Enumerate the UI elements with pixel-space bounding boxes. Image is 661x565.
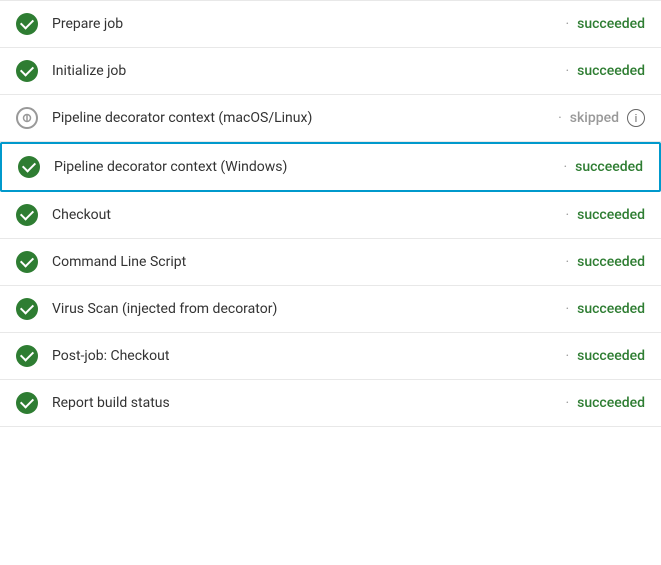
status-label: succeeded	[575, 159, 643, 175]
separator: ·	[565, 348, 569, 364]
job-name: Command Line Script	[52, 254, 557, 270]
job-item-pipeline-decorator-macos[interactable]: Pipeline decorator context (macOS/Linux)…	[0, 95, 661, 142]
success-icon	[16, 204, 38, 226]
skipped-icon	[16, 107, 38, 129]
status-label: succeeded	[577, 63, 645, 79]
success-icon	[16, 392, 38, 414]
job-item-virus-scan[interactable]: Virus Scan (injected from decorator) · suc…	[0, 286, 661, 333]
job-name: Initialize job	[52, 63, 557, 79]
separator: ·	[565, 63, 569, 79]
job-name: Pipeline decorator context (Windows)	[54, 159, 555, 175]
job-name: Report build status	[52, 395, 557, 411]
status-label: skipped	[570, 110, 619, 126]
success-icon	[16, 251, 38, 273]
info-icon[interactable]: i	[627, 109, 645, 127]
job-name: Virus Scan (injected from decorator)	[52, 301, 557, 317]
success-icon	[18, 156, 40, 178]
status-label: succeeded	[577, 395, 645, 411]
success-icon	[16, 345, 38, 367]
success-icon	[16, 13, 38, 35]
status-label: succeeded	[577, 254, 645, 270]
separator: ·	[565, 207, 569, 223]
job-item-report-build-status[interactable]: Report build status · succeeded	[0, 380, 661, 427]
job-item-prepare-job[interactable]: Prepare job · succeeded	[0, 0, 661, 48]
job-name: Prepare job	[52, 16, 557, 32]
job-name: Post-job: Checkout	[52, 348, 557, 364]
separator: ·	[558, 110, 562, 126]
success-icon	[16, 298, 38, 320]
job-name: Pipeline decorator context (macOS/Linux)	[52, 110, 550, 126]
status-label: succeeded	[577, 207, 645, 223]
separator: ·	[565, 254, 569, 270]
job-item-post-job-checkout[interactable]: Post-job: Checkout · succeeded	[0, 333, 661, 380]
status-label: succeeded	[577, 301, 645, 317]
job-list: Prepare job · succeeded Initialize job · succ…	[0, 0, 661, 427]
success-icon	[16, 60, 38, 82]
job-item-pipeline-decorator-windows[interactable]: Pipeline decorator context (Windows) · suc…	[0, 142, 661, 192]
job-item-command-line-script[interactable]: Command Line Script · succeeded	[0, 239, 661, 286]
job-item-checkout[interactable]: Checkout · succeeded	[0, 192, 661, 239]
separator: ·	[565, 16, 569, 32]
status-label: succeeded	[577, 16, 645, 32]
status-label: succeeded	[577, 348, 645, 364]
separator: ·	[565, 301, 569, 317]
separator: ·	[563, 159, 567, 175]
separator: ·	[565, 395, 569, 411]
job-item-initialize-job[interactable]: Initialize job · succeeded	[0, 48, 661, 95]
job-name: Checkout	[52, 207, 557, 223]
